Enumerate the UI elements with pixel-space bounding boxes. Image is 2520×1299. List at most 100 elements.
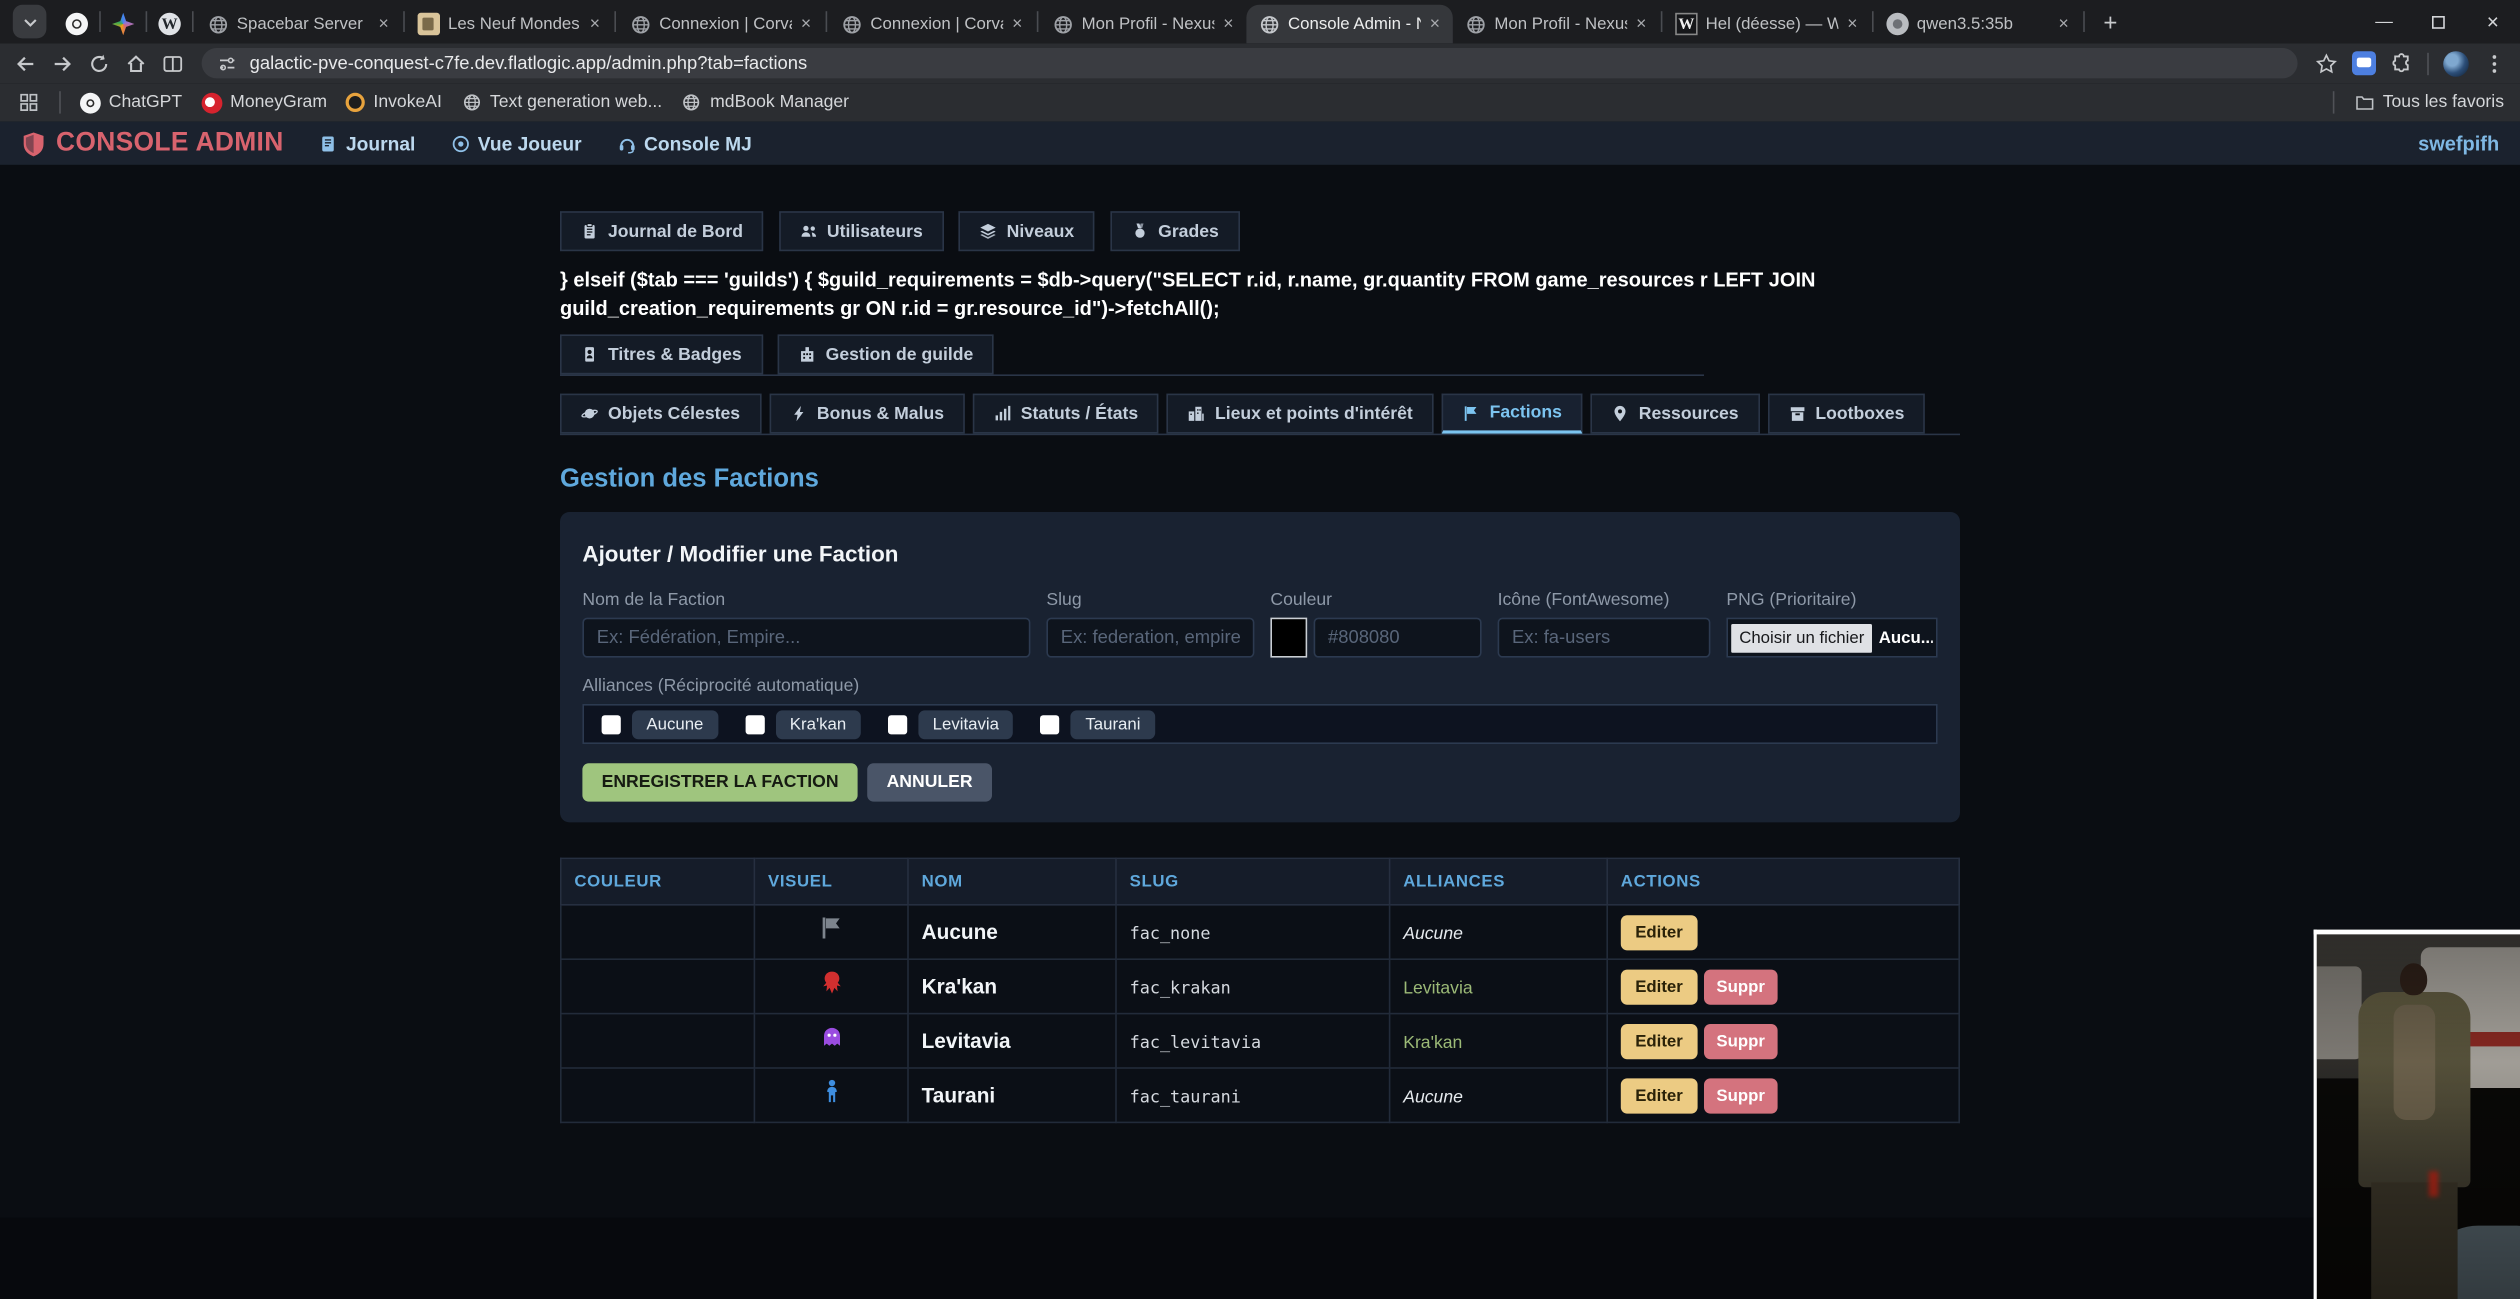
tab-utilisateurs[interactable]: Utilisateurs [779, 211, 944, 251]
column-header: COULEUR [561, 859, 755, 905]
browser-tab[interactable]: Mon Profil - Nexus × [1040, 5, 1246, 43]
faction-name-input[interactable] [582, 618, 1030, 658]
tab-factions-active[interactable]: Factions [1442, 394, 1583, 434]
tab-niveaux[interactable]: Niveaux [959, 211, 1095, 251]
tab-statuts-etats[interactable]: Statuts / États [973, 394, 1159, 434]
form-fields-row: Nom de la Faction Slug Couleur [582, 591, 1937, 658]
all-favorites-label: Tous les favoris [2383, 93, 2504, 112]
tab-ressources[interactable]: Ressources [1591, 394, 1760, 434]
bolt-icon [790, 405, 808, 423]
forward-button[interactable] [51, 52, 73, 74]
site-info-icon[interactable] [218, 54, 237, 73]
browser-tab[interactable]: W Hel (déesse) — Wikipédia × [1664, 5, 1870, 43]
tab-close-icon[interactable]: × [799, 14, 813, 33]
nav-link-journal[interactable]: Journal [319, 132, 416, 154]
bookmark-item[interactable]: Text generation web... [461, 92, 662, 113]
extensions-puzzle-button[interactable] [2390, 52, 2412, 74]
toolbar-separator [2427, 52, 2429, 74]
browser-tab[interactable]: Mon Profil - Nexus × [1453, 5, 1659, 43]
nav-link-console-mj[interactable]: Console MJ [617, 132, 752, 154]
close-button[interactable]: × [2466, 0, 2520, 43]
address-bar[interactable]: galactic-pve-conquest-c7fe.dev.flatlogic… [202, 48, 2298, 78]
tab-close-icon[interactable]: × [1011, 14, 1025, 33]
bookmark-item[interactable]: MoneyGram [201, 92, 327, 113]
cancel-button[interactable]: ANNULER [867, 764, 991, 802]
browser-tab[interactable]: Connexion | Corvara × [829, 5, 1035, 43]
faction-form-panel: Ajouter / Modifier une Faction Nom de la… [560, 512, 1960, 822]
edit-button[interactable]: Editer [1621, 1078, 1697, 1113]
edit-button[interactable]: Editer [1621, 915, 1697, 950]
menu-button[interactable] [2483, 52, 2505, 74]
bookmark-item[interactable]: InvokeAI [346, 93, 442, 112]
profile-avatar[interactable] [2443, 50, 2469, 76]
bookmark-item[interactable]: ChatGPT [80, 92, 182, 113]
checkbox-levitavia[interactable] [888, 715, 907, 734]
faction-name: Kra'kan [922, 974, 997, 998]
tab-gestion-de-guilde[interactable]: Gestion de guilde [778, 335, 994, 375]
form-buttons: ENREGISTRER LA FACTION ANNULER [582, 764, 1937, 802]
tab-close-icon[interactable]: × [2057, 14, 2071, 33]
person-icon [818, 1084, 844, 1111]
tab-lieux-points-interet[interactable]: Lieux et points d'intérêt [1167, 394, 1434, 434]
edit-button[interactable]: Editer [1621, 1024, 1697, 1059]
invokeai-icon [346, 93, 365, 112]
tab-close-icon[interactable]: × [377, 14, 391, 33]
bookmark-item[interactable]: mdBook Manager [681, 92, 849, 113]
color-swatch[interactable] [1270, 618, 1307, 658]
tab-bonus-malus[interactable]: Bonus & Malus [769, 394, 965, 434]
fontawesome-icon-input[interactable] [1498, 618, 1711, 658]
tab-label: Journal de Bord [608, 222, 743, 241]
delete-button[interactable]: Suppr [1704, 1024, 1778, 1059]
apps-grid-button[interactable] [16, 90, 40, 114]
pinned-tab-gemini[interactable] [102, 5, 144, 43]
pip-video[interactable] [2314, 930, 2520, 1299]
edit-button[interactable]: Editer [1621, 969, 1697, 1004]
file-input[interactable]: Choisir un fichier Aucu...hoisi [1726, 618, 1937, 658]
clipboard-icon [581, 222, 599, 240]
browser-tab[interactable]: qwen3.5:35b × [1875, 5, 2081, 43]
tab-search-button[interactable] [13, 5, 47, 39]
tab-close-icon[interactable]: × [1635, 14, 1649, 33]
field-label: Nom de la Faction [582, 591, 1030, 610]
chart-bars-icon [994, 405, 1012, 423]
all-favorites-button[interactable]: Tous les favoris [2354, 92, 2504, 113]
checkbox-taurani[interactable] [1041, 715, 1060, 734]
tab-close-icon[interactable]: × [588, 14, 602, 33]
hex-color-input[interactable] [1314, 618, 1482, 658]
browser-tab[interactable]: Spacebar Server × [195, 5, 401, 43]
save-faction-button[interactable]: ENREGISTRER LA FACTION [582, 764, 857, 802]
browser-tab[interactable]: Les Neuf Mondes de la Mythol... × [406, 5, 612, 43]
minimize-button[interactable]: — [2357, 0, 2411, 43]
refresh-button[interactable] [88, 52, 110, 74]
tab-objets-celestes[interactable]: Objets Célestes [560, 394, 761, 434]
new-tab-button[interactable]: + [2093, 5, 2128, 40]
nav-link-vue-joueur[interactable]: Vue Joueur [451, 132, 582, 154]
bookmark-star-button[interactable] [2315, 52, 2337, 74]
split-screen-button[interactable] [162, 52, 184, 74]
checkbox-krakan[interactable] [745, 715, 764, 734]
browser-tab-active[interactable]: Console Admin - Nexus × [1246, 5, 1452, 43]
page-title: Gestion des Factions [560, 466, 1960, 495]
pinned-tab-chatgpt[interactable] [56, 5, 98, 43]
back-button[interactable] [14, 52, 36, 74]
home-button[interactable] [125, 52, 147, 74]
delete-button[interactable]: Suppr [1704, 1078, 1778, 1113]
pinned-tab-wordpress[interactable]: W [149, 5, 191, 43]
tab-lootboxes[interactable]: Lootboxes [1767, 394, 1925, 434]
tab-titres-badges[interactable]: Titres & Badges [560, 335, 763, 375]
tab-journal-de-bord[interactable]: Journal de Bord [560, 211, 764, 251]
field-label: Slug [1046, 591, 1254, 610]
extension-button[interactable] [2352, 51, 2376, 75]
globe-favicon [206, 13, 228, 35]
tab-close-icon[interactable]: × [1846, 14, 1860, 33]
choose-file-button[interactable]: Choisir un fichier [1731, 624, 1872, 653]
field-png: PNG (Prioritaire) Choisir un fichier Auc… [1726, 591, 1937, 658]
slug-input[interactable] [1046, 618, 1254, 658]
tab-close-icon[interactable]: × [1222, 14, 1236, 33]
tab-close-icon[interactable]: × [1428, 14, 1442, 33]
tab-grades[interactable]: Grades [1110, 211, 1239, 251]
maximize-button[interactable] [2411, 0, 2465, 43]
browser-tab[interactable]: Connexion | Corvara × [618, 5, 824, 43]
delete-button[interactable]: Suppr [1704, 969, 1778, 1004]
checkbox-aucune[interactable] [602, 715, 621, 734]
